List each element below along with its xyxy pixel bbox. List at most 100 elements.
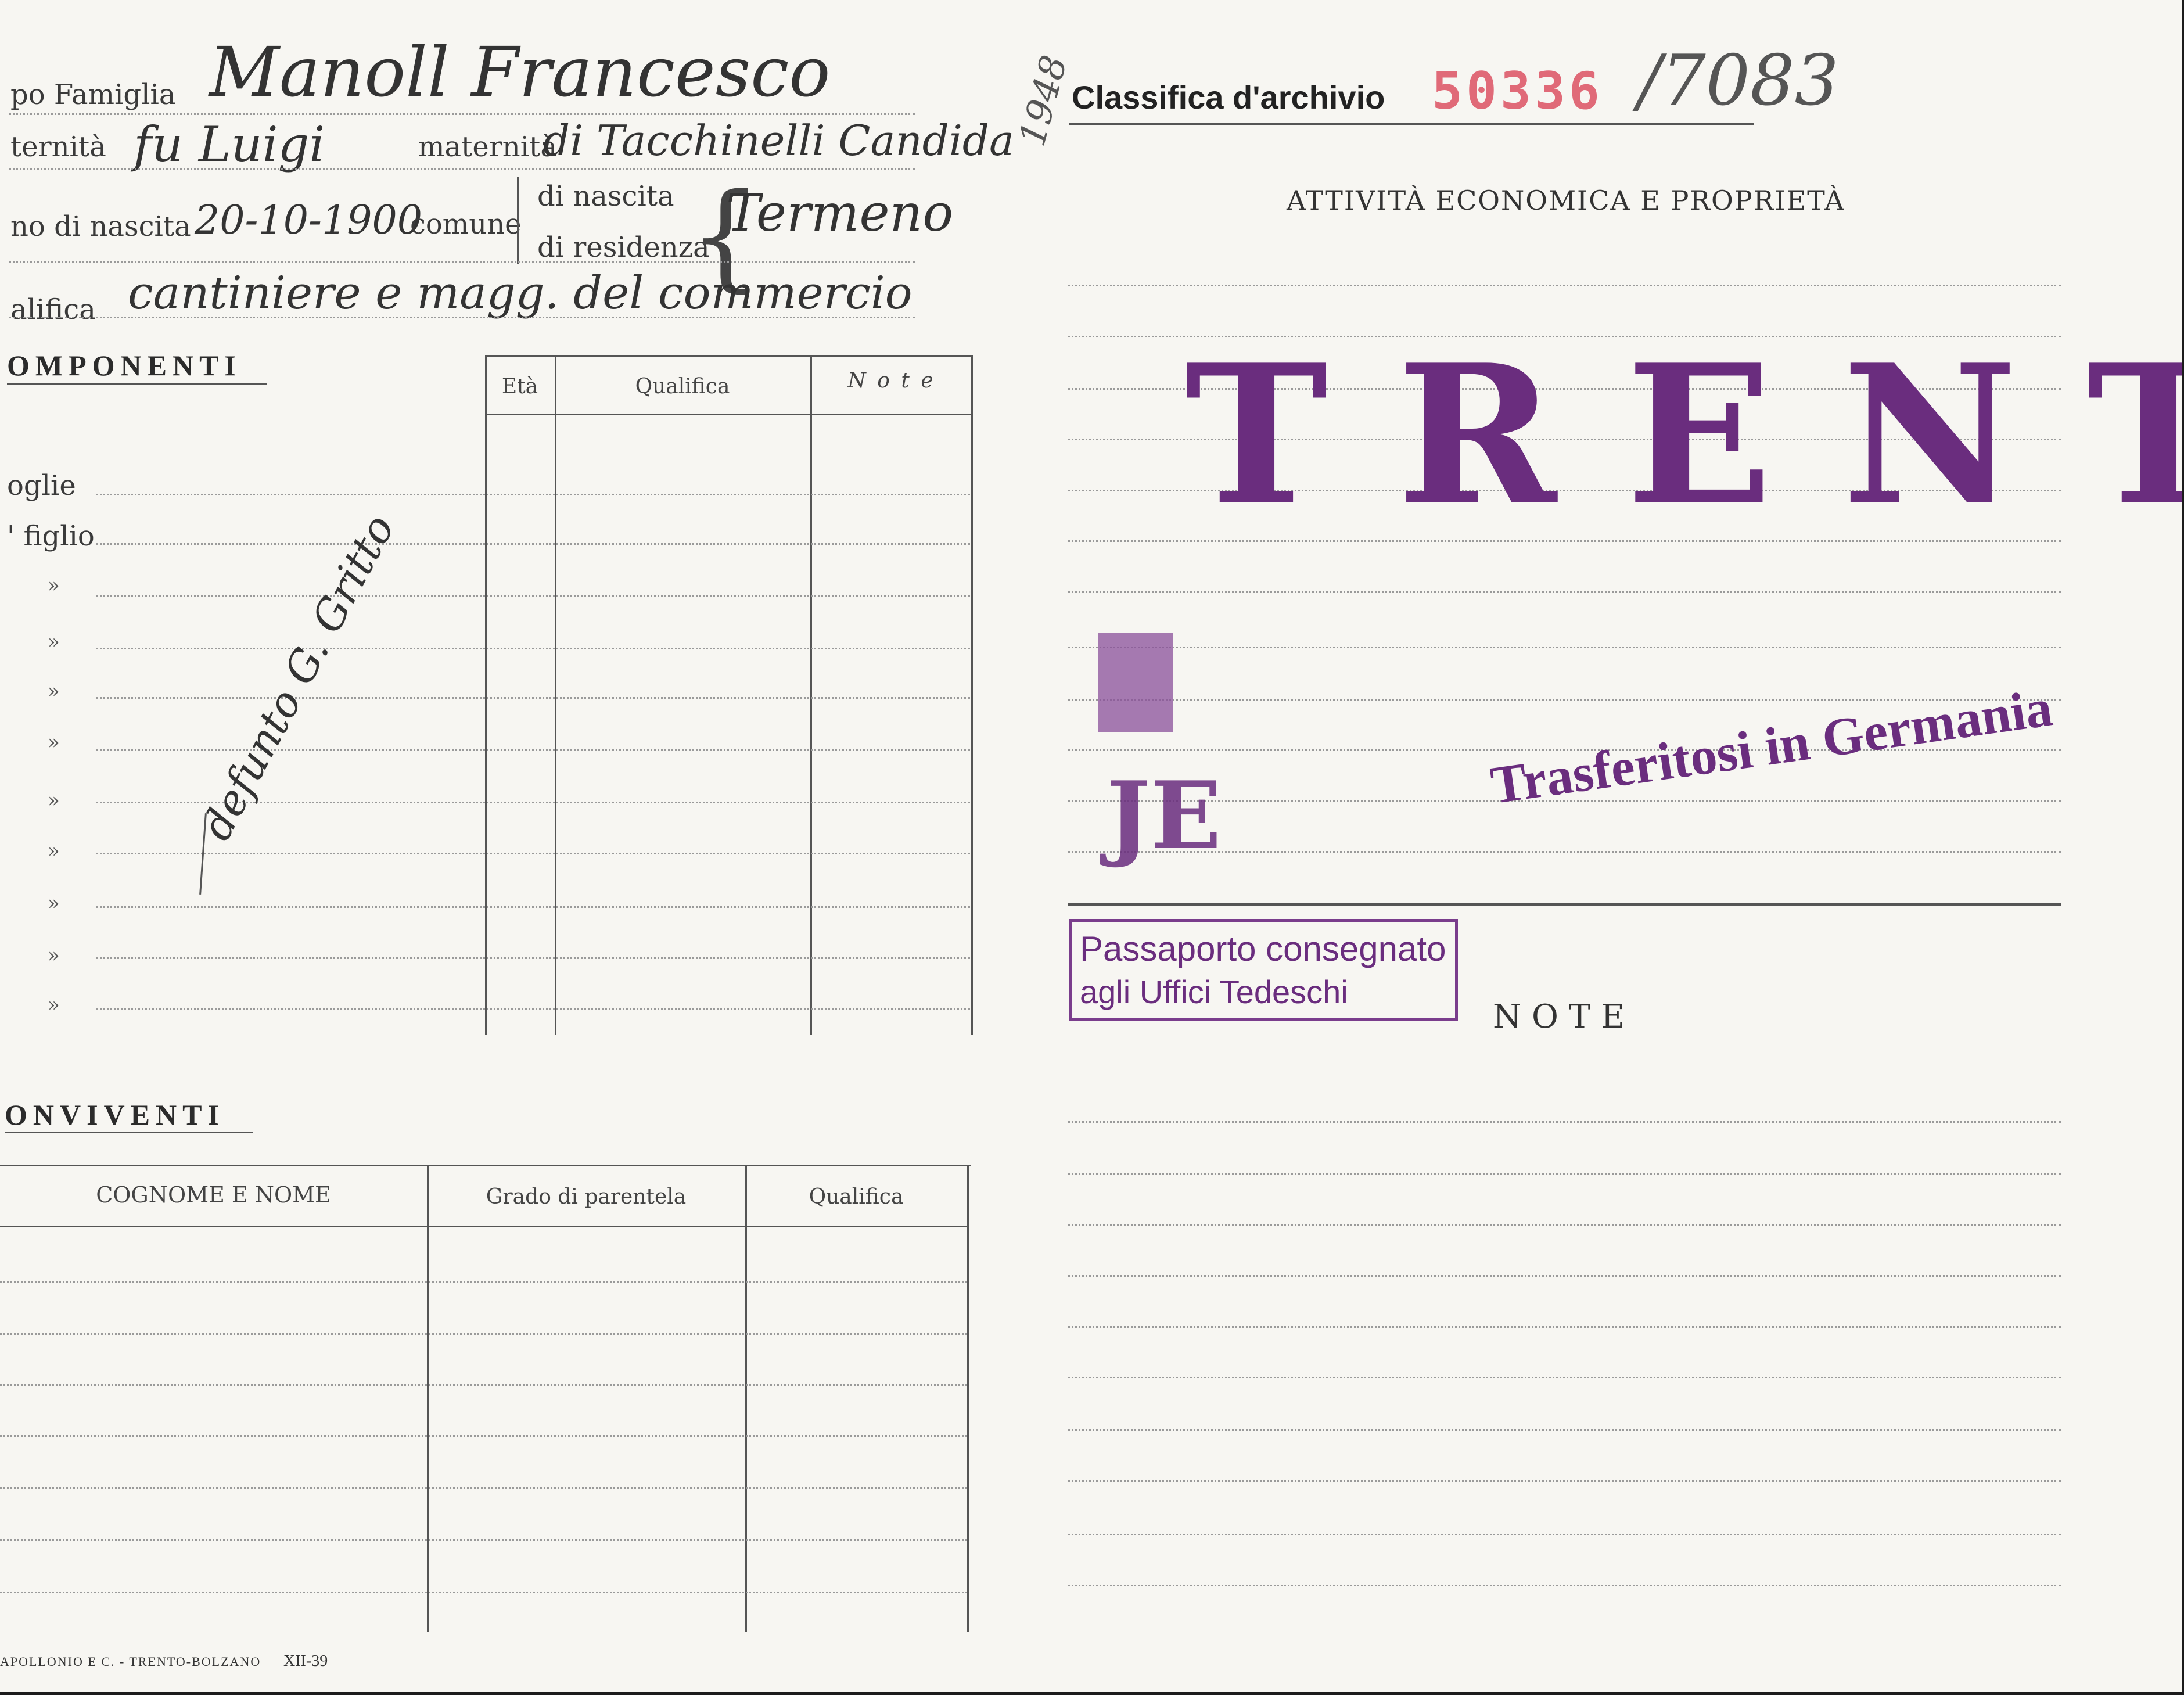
row-label-ditto: »	[48, 944, 60, 967]
printer-imprint: APOLLONIO E C. - TRENTO-BOLZANO	[0, 1654, 261, 1669]
trasferiti-stamp: Trasferitosi in Germania	[1487, 677, 2056, 815]
componenti-heading: OMPONENTI	[7, 349, 242, 382]
row-label-ditto: »	[48, 731, 60, 754]
row-line	[0, 1592, 967, 1593]
componenti-underline	[7, 383, 267, 385]
note-line	[1068, 1429, 2061, 1431]
row-line	[0, 1281, 967, 1283]
row-label-figlio: ' figlio	[7, 520, 95, 552]
table-border	[745, 1165, 747, 1632]
table-border	[555, 355, 556, 1035]
table-header-border	[0, 1226, 967, 1227]
row-line	[96, 906, 970, 908]
conviventi-heading: ONVIVENTI	[5, 1098, 225, 1131]
registry-card: po Famiglia Manoll Francesco ternità fu …	[0, 0, 2182, 1692]
note-line	[1068, 1224, 2061, 1226]
row-line	[96, 1008, 970, 1010]
archive-handwritten-number: /7083	[1638, 41, 1839, 121]
divider	[9, 261, 915, 263]
row-label-ditto: »	[48, 680, 60, 703]
row-label-ditto: »	[48, 789, 60, 812]
row-line	[96, 697, 970, 699]
comune-value: Termeno	[726, 183, 954, 243]
divider	[9, 113, 915, 115]
divider	[1068, 285, 2061, 286]
divider	[9, 168, 915, 170]
note-line	[1068, 1377, 2061, 1378]
row-line	[96, 595, 970, 597]
comune-label: comune	[410, 208, 522, 240]
row-label-moglie: oglie	[7, 469, 76, 502]
table-border	[427, 1165, 429, 1632]
archive-number: 50336	[1432, 61, 1603, 121]
maternita-label: maternità	[418, 131, 557, 163]
row-line	[96, 853, 970, 854]
economic-heading: ATTIVITÀ ECONOMICA E PROPRIETÀ	[1287, 185, 1845, 216]
row-line	[96, 543, 970, 545]
passaporto-line1: Passaporto consegnato	[1080, 929, 1446, 968]
passaporto-stamp: Passaporto consegnato agli Uffici Tedesc…	[1069, 919, 1458, 1021]
table-border	[810, 355, 812, 1035]
row-line	[0, 1384, 967, 1386]
di-nascita-label: di nascita	[537, 180, 674, 213]
di-residenza-label: di residenza	[537, 231, 710, 264]
qualifica-value: cantiniere e magg. del commercio	[128, 267, 913, 319]
col-eta: Età	[501, 375, 538, 398]
table-border	[485, 355, 487, 1035]
note-line	[1068, 1121, 2061, 1123]
table-top-border	[485, 355, 973, 357]
maternita-value: di Tacchinelli Candida	[543, 116, 1014, 165]
row-label-ditto: »	[48, 630, 60, 653]
passaporto-line2: agli Uffici Tedeschi	[1080, 974, 1348, 1010]
col-note: N o t e	[847, 369, 936, 393]
col-cognome-nome: COGNOME E NOME	[96, 1182, 331, 1208]
stamp-blot	[1098, 633, 1173, 732]
table-header-border	[485, 414, 973, 415]
note-line	[1068, 1585, 2061, 1586]
table-border	[971, 355, 973, 1035]
table-border	[967, 1165, 969, 1632]
nascita-value: 20-10-1900	[195, 197, 423, 243]
row-line	[0, 1435, 967, 1437]
note-line	[1068, 1275, 2061, 1277]
bracket-line	[517, 177, 519, 264]
divider	[1068, 591, 2061, 593]
row-label-ditto: »	[48, 839, 60, 863]
row-line	[0, 1333, 967, 1335]
table-top-border	[0, 1165, 971, 1166]
row-label-ditto: »	[48, 892, 60, 915]
divider	[1068, 647, 2061, 648]
row-line	[96, 957, 970, 959]
conviventi-underline	[5, 1132, 253, 1133]
nascita-label: no di nascita	[10, 210, 191, 243]
row-label-ditto: »	[48, 574, 60, 597]
side-note: defunto G. Gritto	[192, 507, 404, 848]
section-divider	[1068, 903, 2061, 906]
note-heading: NOTE	[1493, 998, 1636, 1036]
paternita-value: fu Luigi	[134, 116, 325, 173]
capo-famiglia-value: Manoll Francesco	[209, 32, 831, 112]
row-line	[0, 1539, 967, 1541]
partial-stamp: JE	[1107, 761, 1222, 870]
col-grado-parentela: Grado di parentela	[486, 1185, 687, 1209]
row-line	[96, 749, 970, 751]
qualifica-label: alifica	[10, 293, 96, 326]
archive-underline	[1069, 123, 1754, 125]
divider	[9, 317, 915, 318]
archive-label: Classifica d'archivio	[1072, 79, 1385, 116]
capo-famiglia-label: po Famiglia	[10, 78, 176, 111]
note-line	[1068, 1326, 2061, 1328]
col-qualifica-conviventi: Qualifica	[809, 1185, 904, 1209]
row-label-ditto: »	[48, 993, 60, 1017]
year-note: 1948	[1011, 51, 1076, 150]
note-line	[1068, 1534, 2061, 1535]
row-line	[96, 648, 970, 649]
paternita-label: ternità	[10, 131, 106, 163]
note-line	[1068, 1480, 2061, 1482]
col-qualifica: Qualifica	[635, 375, 730, 398]
row-line	[0, 1487, 967, 1489]
row-line	[96, 494, 970, 495]
print-code: XII-39	[283, 1652, 328, 1670]
trento-stamp: TRENTO	[1185, 322, 2182, 548]
note-line	[1068, 1173, 2061, 1175]
